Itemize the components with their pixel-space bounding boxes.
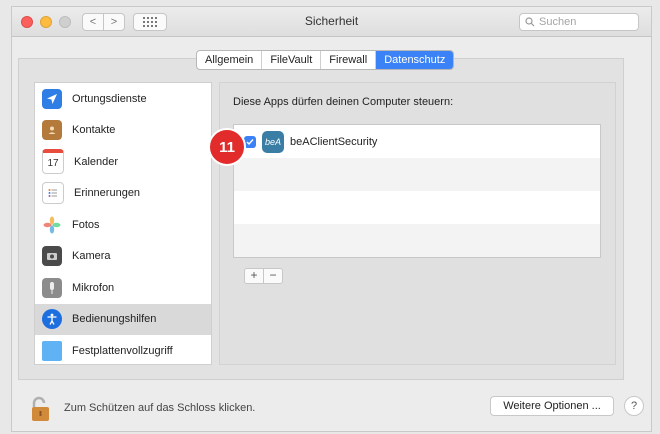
remove-app-button[interactable]: − xyxy=(264,269,282,283)
sidebar-item-label: Erinnerungen xyxy=(74,187,141,200)
list-item-empty xyxy=(234,224,600,257)
sidebar-item-ortungsdienste[interactable]: Ortungsdienste xyxy=(35,83,211,115)
microphone-icon xyxy=(42,277,62,298)
sidebar-item-label: Mikrofon xyxy=(72,281,115,294)
lock-icon[interactable] xyxy=(30,396,54,422)
sidebar-item-label: Bedienungshilfen xyxy=(72,313,157,326)
apps-header: Diese Apps dürfen deinen Computer steuer… xyxy=(233,96,454,108)
folder-icon xyxy=(42,340,62,361)
privacy-sidebar: Ortungsdienste Kontakte 17 Kalender Erin… xyxy=(34,82,212,365)
sidebar-item-label: Fotos xyxy=(72,218,100,231)
search-icon xyxy=(525,17,535,27)
lock-hint-text: Zum Schützen auf das Schloss klicken. xyxy=(64,402,256,414)
checkmark-icon xyxy=(246,138,254,145)
list-item[interactable]: beA beAClientSecurity xyxy=(234,125,600,158)
apps-list: beA beAClientSecurity xyxy=(233,124,601,258)
sidebar-item-bedienungshilfen[interactable]: Bedienungshilfen xyxy=(35,303,211,335)
step-number-badge: 11 xyxy=(208,128,246,166)
sidebar-item-label: Festplattenvollzugriff xyxy=(72,344,173,357)
reminders-list-icon xyxy=(42,182,64,205)
sidebar-item-label: Kamera xyxy=(72,250,111,263)
sidebar-item-kamera[interactable]: Kamera xyxy=(35,241,211,273)
sidebar-item-kontakte[interactable]: Kontakte xyxy=(35,115,211,147)
tab-datenschutz[interactable]: Datenschutz xyxy=(376,51,454,69)
sidebar-item-label: Ortungsdienste xyxy=(72,92,147,105)
accessibility-icon xyxy=(42,309,62,330)
tab-bar: Allgemein FileVault Firewall Datenschutz xyxy=(196,50,455,70)
photos-flower-icon xyxy=(42,214,62,235)
sidebar-item-label: Kontakte xyxy=(72,124,116,137)
more-options-button[interactable]: Weitere Optionen ... xyxy=(490,396,614,416)
app-name: beAClientSecurity xyxy=(290,135,378,148)
tab-firewall[interactable]: Firewall xyxy=(321,51,377,69)
search-field[interactable]: Suchen xyxy=(519,13,639,31)
camera-icon xyxy=(42,246,62,267)
sidebar-item-festplattenvollzugriff[interactable]: Festplattenvollzugriff xyxy=(35,335,211,364)
sidebar-item-mikrofon[interactable]: Mikrofon xyxy=(35,272,211,304)
sidebar-item-fotos[interactable]: Fotos xyxy=(35,209,211,241)
contacts-book-icon xyxy=(42,120,62,141)
help-button[interactable]: ? xyxy=(624,396,644,416)
bea-app-icon: beA xyxy=(262,130,284,153)
list-item-empty xyxy=(234,158,600,191)
tab-filevault[interactable]: FileVault xyxy=(262,51,322,69)
location-arrow-icon xyxy=(42,88,62,109)
titlebar: < > Sicherheit Suchen xyxy=(12,7,651,37)
calendar-icon: 17 xyxy=(42,149,64,175)
sidebar-item-kalender[interactable]: 17 Kalender xyxy=(35,146,211,178)
sidebar-item-erinnerungen[interactable]: Erinnerungen xyxy=(35,178,211,210)
sidebar-item-label: Kalender xyxy=(74,155,119,168)
add-remove-control: + − xyxy=(244,268,283,284)
list-item-empty xyxy=(234,191,600,224)
add-app-button[interactable]: + xyxy=(245,269,264,283)
search-placeholder: Suchen xyxy=(539,16,577,28)
tab-allgemein[interactable]: Allgemein xyxy=(197,51,263,69)
